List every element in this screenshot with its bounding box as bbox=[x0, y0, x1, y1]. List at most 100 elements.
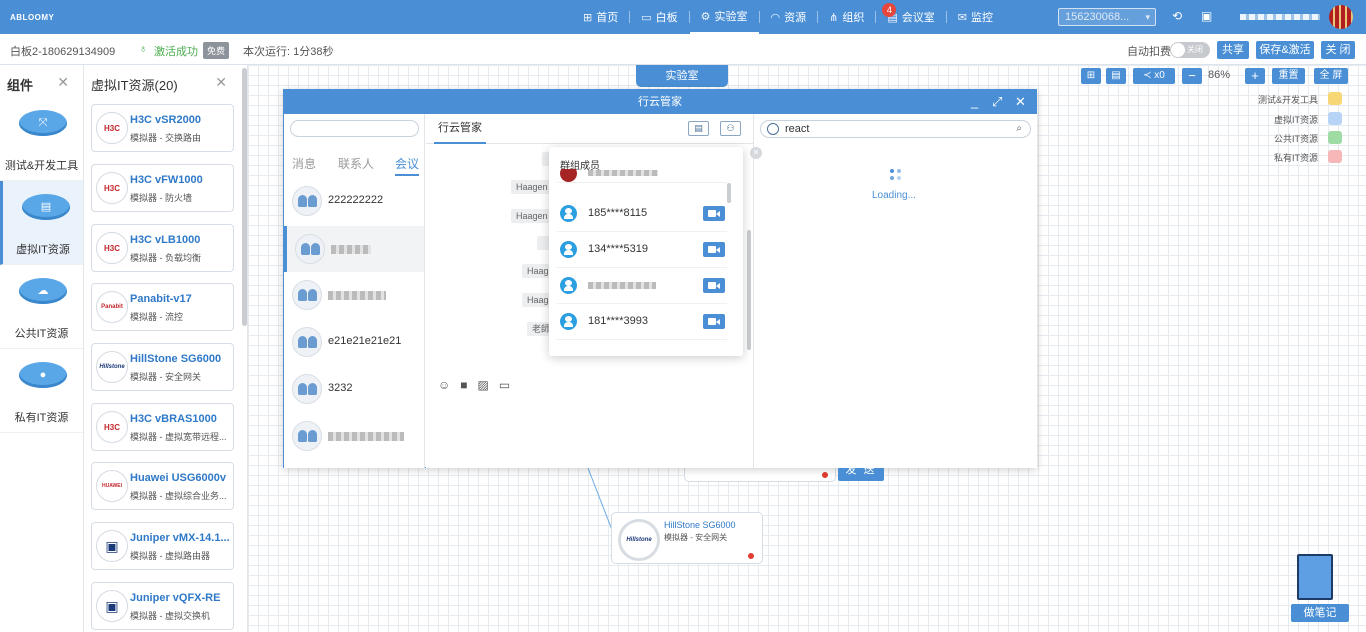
chat-message: Haagen bbox=[511, 180, 551, 194]
user-icon: ● bbox=[19, 362, 67, 398]
conversation-item[interactable] bbox=[284, 226, 424, 272]
resource-list-scrollbar[interactable] bbox=[242, 68, 247, 326]
user-name[interactable] bbox=[1240, 14, 1320, 20]
search-icon[interactable]: ⌕ bbox=[1016, 121, 1022, 137]
reset-button[interactable]: 重置 bbox=[1272, 68, 1305, 84]
popup-scrollbar[interactable] bbox=[727, 183, 731, 203]
close-button[interactable]: 关 闭 bbox=[1321, 41, 1355, 59]
top-bar: ABLOOMY ⊞ 首页 ▭ 白板 ⚙ 实验室 ◠ 资源 ⋔ 组织 ▤ 4 会议室 ✉ 监控 1… bbox=[0, 0, 1366, 34]
save-activate-button[interactable]: 保存&激活 bbox=[1256, 41, 1314, 59]
browser-address-input[interactable]: react ⌕ bbox=[760, 120, 1031, 138]
resource-item[interactable]: H3C H3C vBRAS1000 模拟器 - 虚拟宽带远程... bbox=[91, 403, 234, 451]
list-view-icon[interactable]: ▤ bbox=[1106, 68, 1126, 84]
resource-item[interactable]: H3C H3C vFW1000 模拟器 - 防火墙 bbox=[91, 164, 234, 212]
video-icon[interactable]: ■ bbox=[460, 378, 467, 392]
legend-swatch bbox=[1328, 112, 1342, 125]
close-circle-icon[interactable]: ✕ bbox=[750, 147, 762, 159]
share-button[interactable]: 共享 bbox=[1217, 41, 1249, 59]
notebook-icon[interactable] bbox=[1297, 554, 1333, 600]
sync-icon[interactable]: ⟲ bbox=[1172, 9, 1182, 23]
runtime: 本次运行: 1分38秒 bbox=[243, 46, 334, 58]
avatar[interactable] bbox=[1329, 5, 1353, 29]
auto-bill-toggle[interactable]: 关闭 bbox=[1170, 42, 1210, 58]
maximize-icon[interactable]: ⤢ bbox=[992, 90, 1002, 114]
emoji-icon[interactable]: ☺ bbox=[438, 378, 450, 392]
chat-scrollbar[interactable] bbox=[747, 230, 751, 350]
nav-home[interactable]: ⊞ 首页 bbox=[572, 0, 629, 34]
juniper-logo-icon: ▣ bbox=[96, 530, 128, 562]
category-public-it[interactable]: ☁ 公共IT资源 bbox=[0, 265, 83, 349]
resource-item[interactable]: ▣ Juniper vQFX-RE 模拟器 - 虚拟交换机 bbox=[91, 582, 234, 630]
conversation-item[interactable]: 222222222 bbox=[284, 178, 424, 224]
members-icon[interactable]: ⚇ bbox=[720, 121, 741, 136]
user-icon bbox=[560, 313, 577, 330]
canvas-node[interactable]: Hillstone HillStone SG6000 模拟器 - 安全网关 bbox=[611, 512, 763, 564]
close-icon[interactable]: ✕ bbox=[215, 74, 227, 91]
notes-icon[interactable]: ▤ bbox=[688, 121, 709, 136]
nav-meeting[interactable]: ▤ 4 会议室 bbox=[876, 0, 945, 34]
chevron-down-icon: ▾ bbox=[1145, 12, 1150, 22]
conversation-item[interactable] bbox=[284, 413, 424, 459]
chat-tab[interactable]: 行云管家 bbox=[434, 114, 486, 144]
tab-meetings[interactable]: 会议 bbox=[395, 155, 420, 176]
member-row[interactable]: 134****5319 bbox=[557, 232, 727, 268]
nav-resources[interactable]: ◠ 资源 bbox=[760, 0, 818, 34]
hillstone-logo-icon: Hillstone bbox=[96, 351, 128, 383]
lab-tab[interactable]: 实验室 bbox=[636, 65, 728, 87]
folder-icon[interactable]: ▭ bbox=[499, 378, 510, 392]
legend-item: 公共IT资源 bbox=[1256, 131, 1346, 145]
grid-view-icon[interactable]: ⊞ bbox=[1081, 68, 1101, 84]
resource-item[interactable]: H3C H3C vSR2000 模拟器 - 交换路由 bbox=[91, 104, 234, 152]
resource-item[interactable]: HUAWEI Huawei USG6000v 模拟器 - 虚拟综合业务... bbox=[91, 462, 234, 510]
org-icon: ⋔ bbox=[829, 11, 839, 24]
tab-messages[interactable]: 消息 bbox=[292, 155, 316, 172]
browser-panel: react ⌕ Loading... bbox=[753, 114, 1037, 468]
fullscreen-button[interactable]: 全 屏 bbox=[1314, 68, 1348, 84]
resource-item[interactable]: H3C H3C vLB1000 模拟器 - 负载均衡 bbox=[91, 224, 234, 272]
resource-item[interactable]: Hillstone HillStone SG6000 模拟器 - 安全网关 bbox=[91, 343, 234, 391]
conversation-item[interactable] bbox=[284, 272, 424, 318]
group-avatar-icon bbox=[292, 374, 322, 404]
tab-contacts[interactable]: 联系人 bbox=[338, 155, 374, 172]
zoom-in-button[interactable]: + bbox=[1245, 68, 1265, 84]
nav-monitor[interactable]: ✉ 监控 bbox=[947, 0, 1004, 34]
category-private-it[interactable]: ● 私有IT资源 bbox=[0, 349, 83, 433]
close-icon[interactable]: ✕ bbox=[57, 74, 69, 91]
h3c-logo-icon: H3C bbox=[96, 411, 128, 443]
zoom-level: 86% bbox=[1208, 69, 1231, 81]
close-icon[interactable]: ✕ bbox=[1015, 90, 1026, 114]
member-row[interactable]: 185****8115 bbox=[557, 196, 727, 232]
resource-item[interactable]: ▣ Juniper vMX-14.1... 模拟器 - 虚拟路由器 bbox=[91, 522, 234, 570]
minimize-icon[interactable]: _ bbox=[971, 90, 978, 114]
resource-item[interactable]: Panabit Panabit-v17 模拟器 - 流控 bbox=[91, 283, 234, 331]
mail-icon: ✉ bbox=[957, 11, 967, 24]
video-call-icon[interactable] bbox=[703, 314, 725, 329]
category-test-dev[interactable]: ⤧ 测试&开发工具 bbox=[0, 97, 83, 181]
share-count-button[interactable]: ≺ x0 bbox=[1133, 68, 1175, 84]
member-row-partial[interactable] bbox=[557, 169, 727, 183]
take-notes-button[interactable]: 做笔记 bbox=[1291, 604, 1349, 622]
image-icon[interactable]: ▨ bbox=[478, 378, 489, 392]
zoom-out-button[interactable]: − bbox=[1182, 68, 1202, 84]
nav-organization[interactable]: ⋔ 组织 bbox=[818, 0, 875, 34]
account-select[interactable]: 156230068... ▾ bbox=[1058, 8, 1156, 26]
nav-whiteboard[interactable]: ▭ 白板 bbox=[630, 0, 688, 34]
video-call-icon[interactable] bbox=[703, 206, 725, 221]
chat-header: 行云管家 ▤ ⚇ bbox=[426, 114, 753, 144]
category-virtual-it[interactable]: ▤ 虚拟IT资源 bbox=[0, 181, 83, 265]
conversation-item[interactable]: 3232 bbox=[284, 366, 424, 412]
conversation-item[interactable]: e21e21e21e21 bbox=[284, 319, 424, 365]
video-call-icon[interactable] bbox=[703, 278, 725, 293]
h3c-logo-icon: H3C bbox=[96, 232, 128, 264]
juniper-logo-icon: ▣ bbox=[96, 590, 128, 622]
resource-list-panel: 虚拟IT资源(20) ✕ H3C H3C vSR2000 模拟器 - 交换路由 H3C… bbox=[85, 65, 248, 632]
app-logo[interactable]: ABLOOMY bbox=[8, 7, 54, 27]
member-row[interactable] bbox=[557, 268, 727, 304]
legend-swatch bbox=[1328, 131, 1342, 144]
conversation-search-input[interactable] bbox=[290, 120, 419, 137]
nav-lab[interactable]: ⚙ 实验室 bbox=[689, 0, 759, 34]
activation-status: 激活成功 bbox=[154, 46, 198, 58]
video-call-icon[interactable] bbox=[703, 242, 725, 257]
screen-icon[interactable]: ▣ bbox=[1201, 9, 1212, 23]
member-row[interactable]: 181****3993 bbox=[557, 304, 727, 340]
